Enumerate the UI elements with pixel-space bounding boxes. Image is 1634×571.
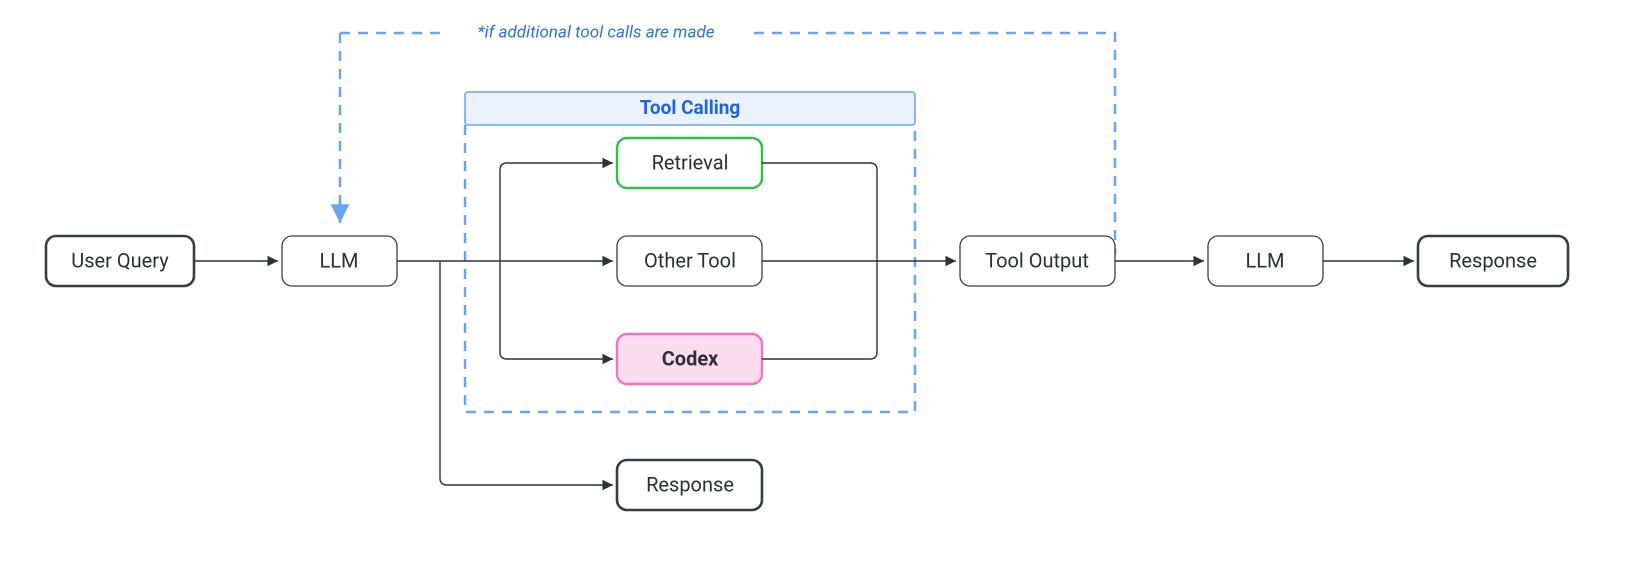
- node-other-tool: Other Tool: [617, 236, 762, 286]
- node-llm-2: LLM: [1208, 236, 1323, 286]
- response2-label: Response: [1449, 248, 1537, 272]
- edge-retrieval-merge: [762, 163, 877, 261]
- node-response-direct: Response: [617, 460, 762, 510]
- llm2-label: LLM: [1245, 248, 1284, 272]
- edge-codex-merge: [762, 261, 877, 359]
- node-user-query: User Query: [46, 236, 194, 286]
- llm1-label: LLM: [319, 248, 358, 272]
- node-retrieval: Retrieval: [617, 138, 762, 188]
- edge-branch-codex: [500, 261, 613, 359]
- node-response-final: Response: [1418, 236, 1568, 286]
- loop-annotation: *if additional tool calls are made: [478, 22, 715, 42]
- user-query-label: User Query: [71, 248, 169, 272]
- tool-output-label: Tool Output: [985, 248, 1089, 272]
- other-tool-label: Other Tool: [644, 248, 736, 272]
- codex-label: Codex: [662, 346, 719, 370]
- node-codex: Codex: [617, 334, 762, 384]
- group-title: Tool Calling: [640, 96, 741, 119]
- node-tool-output: Tool Output: [960, 236, 1115, 286]
- response1-label: Response: [646, 472, 734, 496]
- retrieval-label: Retrieval: [652, 150, 729, 174]
- edge-branch-retrieval: [500, 163, 613, 261]
- node-llm-1: LLM: [282, 236, 397, 286]
